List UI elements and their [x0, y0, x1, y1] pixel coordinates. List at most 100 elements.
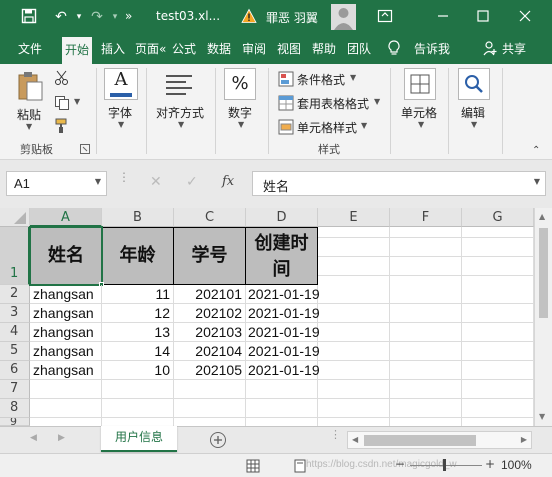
column-header[interactable]: C: [174, 208, 246, 227]
data-cell[interactable]: zhangsan: [30, 304, 102, 323]
conditional-format-dropdown-icon[interactable]: ▼: [350, 73, 356, 82]
share-icon[interactable]: [483, 40, 497, 62]
sheet-tab-active[interactable]: 用户信息: [101, 426, 177, 452]
paste-dropdown-icon[interactable]: ▼: [26, 122, 32, 131]
tab-team[interactable]: 团队: [347, 40, 371, 62]
close-icon[interactable]: [516, 8, 534, 26]
lightbulb-icon[interactable]: [387, 40, 401, 62]
clipboard-launcher-icon[interactable]: [80, 143, 90, 154]
cell-style-button[interactable]: 单元格样式: [297, 119, 357, 136]
tab-review[interactable]: 审阅: [242, 40, 266, 62]
row-header[interactable]: 9: [0, 418, 30, 426]
column-header[interactable]: D: [246, 208, 318, 227]
data-cell[interactable]: 10: [102, 361, 174, 380]
column-header[interactable]: A: [30, 208, 102, 227]
column-header[interactable]: B: [102, 208, 174, 227]
insert-function-icon[interactable]: fx: [222, 174, 242, 192]
header-cell[interactable]: 创建时间: [246, 227, 318, 285]
data-cell[interactable]: 14: [102, 342, 174, 361]
data-cell[interactable]: 2021-01-19: [246, 323, 320, 342]
minimize-icon[interactable]: [434, 8, 452, 26]
page-layout-view-icon[interactable]: [293, 459, 307, 473]
data-cell[interactable]: 13: [102, 323, 174, 342]
column-header[interactable]: E: [318, 208, 390, 227]
scroll-left-icon[interactable]: ◀: [352, 435, 358, 444]
data-cell[interactable]: 202102: [174, 304, 246, 323]
scroll-down-icon[interactable]: ▼: [539, 412, 545, 421]
data-cell[interactable]: 202104: [174, 342, 246, 361]
enter-icon[interactable]: ✓: [186, 174, 200, 192]
alignment-button[interactable]: 对齐方式: [156, 104, 204, 121]
horizontal-scrollbar[interactable]: ◀ ▶: [347, 431, 532, 449]
normal-view-icon[interactable]: [246, 459, 260, 473]
scroll-right-icon[interactable]: ▶: [521, 435, 527, 444]
data-cell[interactable]: 12: [102, 304, 174, 323]
alignment-dropdown-icon[interactable]: ▼: [178, 120, 184, 129]
select-all-corner[interactable]: [0, 208, 30, 227]
redo-icon[interactable]: ↷: [88, 8, 106, 26]
zoom-in-icon[interactable]: +: [485, 457, 495, 471]
zoom-slider[interactable]: [410, 465, 482, 466]
row-header[interactable]: 5: [0, 342, 30, 361]
data-cell[interactable]: 2021-01-19: [246, 304, 320, 323]
next-sheet-icon[interactable]: ▶: [58, 433, 65, 443]
data-cell[interactable]: zhangsan: [30, 285, 102, 304]
formula-input[interactable]: 姓名 ▼: [252, 171, 546, 196]
tab-help[interactable]: 帮助: [312, 40, 336, 62]
cut-icon[interactable]: [54, 70, 70, 86]
header-cell[interactable]: 年龄: [102, 227, 174, 285]
header-cell[interactable]: 学号: [174, 227, 246, 285]
font-dropdown-icon[interactable]: ▼: [118, 120, 124, 129]
tab-data[interactable]: 数据: [207, 40, 231, 62]
paste-button[interactable]: 粘贴: [17, 106, 41, 123]
data-cell[interactable]: 2021-01-19: [246, 361, 320, 380]
tab-file[interactable]: 文件: [18, 40, 42, 62]
editing-icon[interactable]: [458, 68, 490, 100]
cells-dropdown-icon[interactable]: ▼: [418, 120, 424, 129]
data-cell[interactable]: 202101: [174, 285, 246, 304]
table-format-button[interactable]: 套用表格格式: [297, 95, 369, 112]
column-header[interactable]: F: [390, 208, 462, 227]
zoom-out-icon[interactable]: −: [395, 457, 405, 471]
formula-bar-grip-icon[interactable]: ⋮: [118, 171, 130, 194]
row-header[interactable]: 7: [0, 380, 30, 399]
undo-dropdown-icon[interactable]: ▾: [70, 8, 88, 26]
maximize-icon[interactable]: [474, 8, 492, 26]
qat-more-icon[interactable]: »: [125, 9, 132, 23]
font-button[interactable]: 字体: [108, 104, 132, 121]
editing-dropdown-icon[interactable]: ▼: [471, 120, 477, 129]
data-cell[interactable]: 2021-01-19: [246, 342, 320, 361]
undo-icon[interactable]: ↶: [52, 8, 70, 26]
save-icon[interactable]: [20, 8, 38, 26]
copy-dropdown-icon[interactable]: ▼: [74, 97, 80, 106]
number-format-icon[interactable]: %: [224, 68, 256, 100]
number-button[interactable]: 数字: [228, 104, 252, 121]
tell-me-search[interactable]: 告诉我: [414, 40, 450, 62]
name-box[interactable]: A1 ▼: [6, 171, 107, 196]
column-header[interactable]: G: [462, 208, 534, 227]
vertical-scrollbar[interactable]: ▲ ▼: [534, 208, 552, 426]
name-box-dropdown-icon[interactable]: ▼: [95, 177, 101, 186]
vertical-scroll-thumb[interactable]: [539, 228, 548, 318]
prev-sheet-icon[interactable]: ◀: [30, 433, 37, 443]
cells-icon[interactable]: [404, 68, 436, 100]
alignment-icon[interactable]: [164, 72, 194, 98]
paste-icon[interactable]: [16, 70, 44, 102]
data-cell[interactable]: 11: [102, 285, 174, 304]
horizontal-scroll-thumb[interactable]: [364, 435, 476, 446]
tab-page-layout[interactable]: 页面«: [135, 40, 166, 62]
tab-split-grip-icon[interactable]: ⋮: [330, 429, 341, 448]
row-header[interactable]: 2: [0, 285, 30, 304]
cell-style-icon[interactable]: [278, 119, 294, 135]
expand-formula-icon[interactable]: ▼: [534, 177, 540, 186]
collapse-ribbon-icon[interactable]: ⌃: [532, 146, 546, 156]
table-format-dropdown-icon[interactable]: ▼: [374, 97, 380, 106]
avatar[interactable]: [331, 4, 356, 30]
conditional-format-button[interactable]: 条件格式: [297, 71, 345, 88]
redo-dropdown-icon[interactable]: ▾: [106, 8, 124, 26]
data-cell[interactable]: zhangsan: [30, 323, 102, 342]
font-icon[interactable]: A: [104, 68, 138, 100]
row-header[interactable]: 1: [0, 227, 30, 285]
data-cell[interactable]: zhangsan: [30, 342, 102, 361]
tab-home[interactable]: 开始: [62, 37, 93, 64]
